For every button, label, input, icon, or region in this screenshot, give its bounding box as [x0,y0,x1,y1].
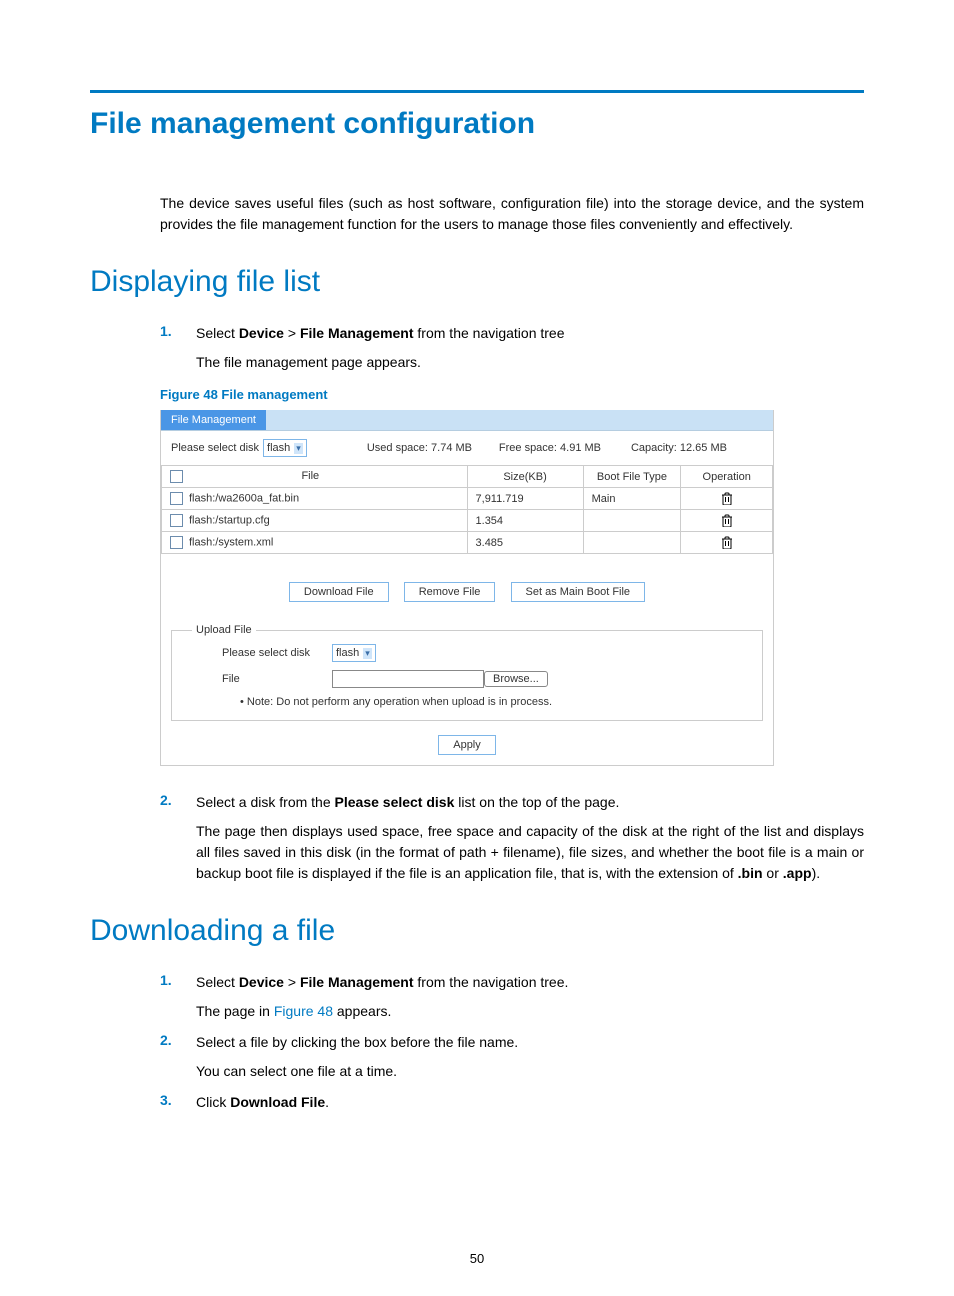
d1-number: 1. [160,972,196,993]
d1-a: Select [196,974,239,990]
d3-c: . [325,1094,329,1110]
boot-type [583,510,681,532]
apply-button[interactable]: Apply [438,735,496,755]
step2-sub-d: .app [783,865,812,881]
step2-sub-e: ). [812,865,821,881]
upload-note-text: Note: Do not perform any operation when … [247,696,552,708]
chevron-down-icon: ▾ [294,443,303,454]
upload-note: • Note: Do not perform any operation whe… [240,696,750,708]
file-size: 1.354 [467,510,583,532]
table-row: flash:/wa2600a_fat.bin 7,911.719 Main [162,488,773,510]
d2-text: Select a file by clicking the box before… [196,1032,864,1053]
d3-a: Click [196,1094,230,1110]
free-space: Free space: 4.91 MB [499,442,631,454]
col-boot: Boot File Type [583,466,681,488]
step1-text: Select Device > File Management from the… [196,323,864,344]
used-space: Used space: 7.74 MB [367,442,499,454]
section-downloading-title: Downloading a file [90,914,864,948]
file-table: File Size(KB) Boot File Type Operation f… [161,465,773,554]
step1-text-a: Select [196,325,239,341]
d1-d: File Management [300,974,414,990]
step2-sub: The page then displays used space, free … [196,821,864,884]
upload-file-input[interactable] [332,670,484,688]
col-operation: Operation [681,466,773,488]
upload-file-label: File [222,673,332,685]
boot-type: Main [583,488,681,510]
col-size: Size(KB) [467,466,583,488]
tab-file-management[interactable]: File Management [161,410,266,430]
file-name: flash:/startup.cfg [189,514,270,526]
chevron-down-icon: ▾ [363,648,372,659]
step2-text: Select a disk from the Please select dis… [196,792,864,813]
file-name: flash:/wa2600a_fat.bin [189,492,299,504]
disk-select-value: flash [267,442,290,454]
upload-disk-label: Please select disk [222,647,332,659]
figure-link[interactable]: Figure 48 [274,1003,333,1019]
step1-filemgmt: File Management [300,325,414,341]
d2-sub: You can select one file at a time. [196,1061,864,1082]
step2-a: Select a disk from the [196,794,335,810]
step2-sub-c: or [763,865,783,881]
step2-number: 2. [160,792,196,813]
page-title: File management configuration [90,107,864,141]
col-file: File [186,470,435,482]
table-row: flash:/system.xml 3.485 [162,532,773,554]
section-displaying-title: Displaying file list [90,265,864,299]
table-row: flash:/startup.cfg 1.354 [162,510,773,532]
d1-sub-c: appears. [333,1003,391,1019]
download-file-button[interactable]: Download File [289,582,389,602]
step2-c: list on the top of the page. [454,794,619,810]
d2-number: 2. [160,1032,196,1053]
select-all-checkbox[interactable] [170,470,183,483]
figure-caption: Figure 48 File management [160,387,864,402]
row-checkbox[interactable] [170,514,183,527]
d1-c: > [284,974,300,990]
intro-paragraph: The device saves useful files (such as h… [160,193,864,235]
step1-device: Device [239,325,284,341]
figure-screenshot: File Management Please select disk flash… [160,410,774,766]
file-size: 3.485 [467,532,583,554]
boot-type [583,532,681,554]
step1-number: 1. [160,323,196,344]
step1-sub: The file management page appears. [196,352,864,373]
step2-b: Please select disk [335,794,455,810]
d3-text: Click Download File. [196,1092,864,1113]
remove-file-button[interactable]: Remove File [404,582,496,602]
row-checkbox[interactable] [170,492,183,505]
d1-sub: The page in Figure 48 appears. [196,1001,864,1022]
row-checkbox[interactable] [170,536,183,549]
step1-gt: > [284,325,300,341]
disk-select[interactable]: flash ▾ [263,439,307,457]
trash-icon[interactable] [721,536,733,549]
d1-sub-a: The page in [196,1003,274,1019]
step2-sub-b: .bin [738,865,763,881]
page-number: 50 [0,1251,954,1266]
trash-icon[interactable] [721,492,733,505]
d1-text: Select Device > File Management from the… [196,972,864,993]
set-boot-button[interactable]: Set as Main Boot File [511,582,646,602]
file-name: flash:/system.xml [189,536,273,548]
trash-icon[interactable] [721,514,733,527]
upload-disk-value: flash [336,647,359,659]
d1-e: from the navigation tree. [414,974,569,990]
browse-button[interactable]: Browse... [484,671,548,687]
step1-tail: from the navigation tree [414,325,565,341]
disk-select-label: Please select disk [171,442,259,454]
upload-disk-select[interactable]: flash ▾ [332,644,376,662]
file-size: 7,911.719 [467,488,583,510]
d3-b: Download File [230,1094,325,1110]
upload-legend: Upload File [192,624,256,636]
d1-b: Device [239,974,284,990]
d3-number: 3. [160,1092,196,1113]
capacity: Capacity: 12.65 MB [631,442,763,454]
